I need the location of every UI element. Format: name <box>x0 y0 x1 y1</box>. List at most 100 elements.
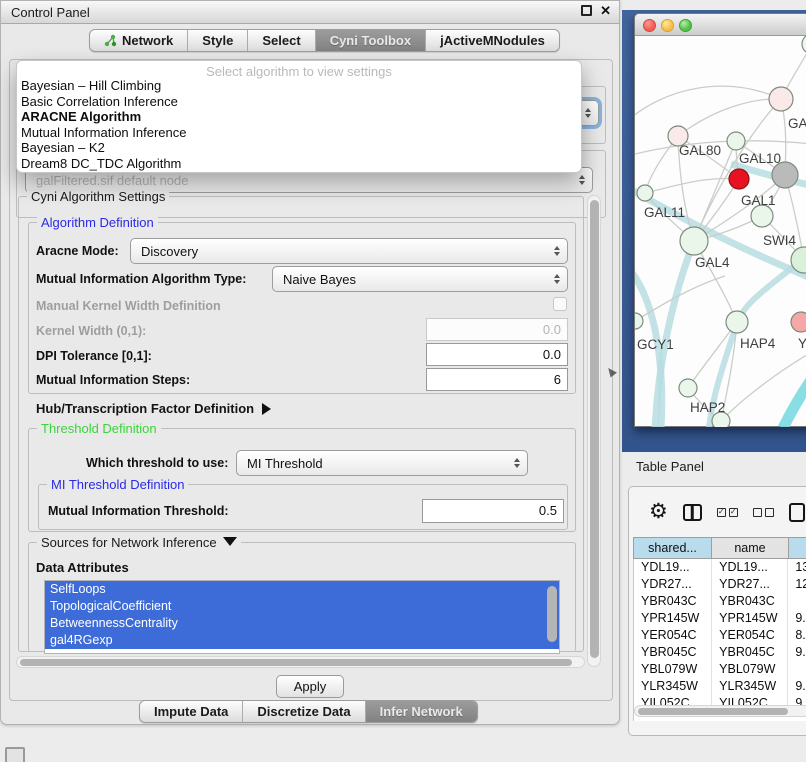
which-threshold-combo[interactable]: MI Threshold <box>236 450 528 476</box>
algorithm-definition-legend: Algorithm Definition <box>37 215 158 230</box>
network-canvas[interactable]: GALGAL80GAL10GAL1GAL11GAL4SWI4GCY1HAP4YH… <box>635 36 806 427</box>
network-node-gal4[interactable] <box>680 227 708 255</box>
tab-select[interactable]: Select <box>248 30 315 51</box>
kernel-width-field[interactable]: 0.0 <box>426 318 568 341</box>
table-cell: YLR345W <box>634 678 712 695</box>
table-cell: YPR145W <box>634 610 712 627</box>
table-row[interactable]: YBR043CYBR043C <box>634 593 806 610</box>
table-row[interactable]: YDR27...YDR27...12 <box>634 576 806 593</box>
tab-infer-network[interactable]: Infer Network <box>366 701 477 722</box>
network-node[interactable] <box>729 169 749 189</box>
column-header-name[interactable]: name <box>712 537 789 559</box>
table-row[interactable]: YLR345WYLR345W9. <box>634 678 806 695</box>
mi-steps-field[interactable]: 6 <box>426 368 568 391</box>
sources-legend[interactable]: Sources for Network Inference <box>37 535 241 550</box>
table-row[interactable]: YER054CYER054C8. <box>634 627 806 644</box>
attribute-item-gal4rgexp[interactable]: gal4RGexp <box>45 632 559 649</box>
table-cell <box>788 593 806 610</box>
tab-style[interactable]: Style <box>188 30 248 51</box>
network-node-label: SWI4 <box>763 233 796 248</box>
network-node-gal[interactable] <box>769 87 793 111</box>
algorithm-option-aracne-algorithm[interactable]: ARACNE Algorithm <box>17 109 581 125</box>
network-window-titlebar[interactable] <box>635 14 806 36</box>
control-panel-title: Control Panel <box>1 5 90 20</box>
expand-arrow-icon <box>262 403 271 415</box>
minimized-panel-grip[interactable] <box>5 747 25 762</box>
algorithm-dropdown-popup: Select algorithm to view settings Bayesi… <box>16 60 582 173</box>
attribute-item-betweennesscentrality[interactable]: BetweennessCentrality <box>45 615 559 632</box>
table-panel-title: Table Panel <box>636 459 704 474</box>
table-horizontal-scrollbar[interactable] <box>634 705 806 717</box>
network-node-hap2[interactable] <box>679 379 697 397</box>
zoom-traffic-light[interactable] <box>679 19 692 32</box>
column-header-col2[interactable] <box>789 537 806 559</box>
network-node-label: HAP2 <box>690 400 725 415</box>
tab-jactivemnodules[interactable]: jActiveMNodules <box>426 30 559 51</box>
control-panel-titlebar: Control Panel ✕ <box>1 1 619 24</box>
combo-arrows-icon <box>579 175 585 185</box>
network-node-y[interactable] <box>791 312 806 332</box>
select-all-columns-icon[interactable] <box>717 508 738 517</box>
algorithm-option-bayesian-hill-climbing[interactable]: Bayesian – Hill Climbing <box>17 78 581 94</box>
mi-threshold-field[interactable]: 0.5 <box>422 499 564 523</box>
network-node[interactable] <box>802 36 806 54</box>
close-traffic-light[interactable] <box>643 19 656 32</box>
tab-label: Infer Network <box>380 704 463 719</box>
network-node-gal11[interactable] <box>637 185 653 201</box>
algorithm-option-basic-correlation-inference[interactable]: Basic Correlation Inference <box>17 94 581 110</box>
table-cell: 9. <box>788 610 806 627</box>
close-icon[interactable]: ✕ <box>600 5 611 16</box>
restore-icon[interactable] <box>581 5 592 16</box>
tab-discretize-data[interactable]: Discretize Data <box>243 701 365 722</box>
node-column-combo-value: galFiltered.sif default node <box>36 173 188 188</box>
mi-type-combo[interactable]: Naive Bayes <box>272 266 568 292</box>
table-cell: YBL079W <box>634 661 712 678</box>
tab-impute-data[interactable]: Impute Data <box>140 701 243 722</box>
table-panel: ⚙ shared...name YDL19...YDL19...13YDR27.… <box>628 486 806 736</box>
network-node-gal10[interactable] <box>727 132 745 150</box>
combo-arrows-icon <box>514 458 520 468</box>
network-node-label: HAP4 <box>740 336 776 351</box>
gear-icon[interactable]: ⚙ <box>649 502 668 522</box>
column-header-shared[interactable]: shared... <box>633 537 712 559</box>
mi-threshold-legend: MI Threshold Definition <box>47 477 188 492</box>
new-table-icon[interactable] <box>789 503 805 522</box>
table-row[interactable]: YBL079WYBL079W <box>634 661 806 678</box>
minimize-traffic-light[interactable] <box>661 19 674 32</box>
table-row[interactable]: YDL19...YDL19...13 <box>634 559 806 576</box>
settings-vertical-scrollbar[interactable] <box>587 195 601 667</box>
table-cell <box>788 661 806 678</box>
split-columns-icon[interactable] <box>683 504 702 521</box>
network-node-hap4[interactable] <box>726 311 748 333</box>
algorithm-option-bayesian-k2[interactable]: Bayesian – K2 <box>17 140 581 156</box>
hub-definition-toggle[interactable]: Hub/Transcription Factor Definition <box>36 401 271 416</box>
network-node-gal1[interactable] <box>751 205 773 227</box>
apply-button[interactable]: Apply <box>276 675 344 698</box>
network-node-label: GAL11 <box>644 205 685 220</box>
network-view-window: GALGAL80GAL10GAL1GAL11GAL4SWI4GCY1HAP4YH… <box>634 13 806 427</box>
tab-label: Network <box>122 33 173 48</box>
table-cell: 9. <box>788 678 806 695</box>
deselect-all-columns-icon[interactable] <box>753 508 774 517</box>
manual-kernel-label: Manual Kernel Width Definition <box>36 299 221 313</box>
data-attributes-list[interactable]: SelfLoopsTopologicalCoefficientBetweenne… <box>44 580 560 654</box>
algorithm-option-mutual-information-inference[interactable]: Mutual Information Inference <box>17 125 581 141</box>
manual-kernel-checkbox[interactable] <box>553 297 567 311</box>
attribute-item-selfloops[interactable]: SelfLoops <box>45 581 559 598</box>
algorithm-option-dream8-dc-tdc-algorithm[interactable]: Dream8 DC_TDC Algorithm <box>17 156 581 172</box>
network-node-gcy1[interactable] <box>635 313 643 329</box>
network-node-label: GAL <box>788 116 806 131</box>
tab-label: Impute Data <box>154 704 228 719</box>
dpi-tolerance-field[interactable]: 0.0 <box>426 343 568 366</box>
tab-cyni-toolbox[interactable]: Cyni Toolbox <box>316 30 426 51</box>
attribute-item-topologicalcoefficient[interactable]: TopologicalCoefficient <box>45 598 559 615</box>
table-row[interactable]: YPR145WYPR145W9. <box>634 610 806 627</box>
popup-placeholder-text: Select algorithm to view settings <box>17 61 581 78</box>
tab-network[interactable]: Network <box>90 30 188 51</box>
network-node-label: GAL4 <box>695 255 730 270</box>
aracne-mode-combo[interactable]: Discovery <box>130 238 568 264</box>
table-row[interactable]: YBR045CYBR045C9. <box>634 644 806 661</box>
hub-definition-label: Hub/Transcription Factor Definition <box>36 401 254 416</box>
settings-horizontal-scrollbar[interactable] <box>16 656 585 668</box>
attribute-list-scrollbar[interactable] <box>547 586 557 642</box>
